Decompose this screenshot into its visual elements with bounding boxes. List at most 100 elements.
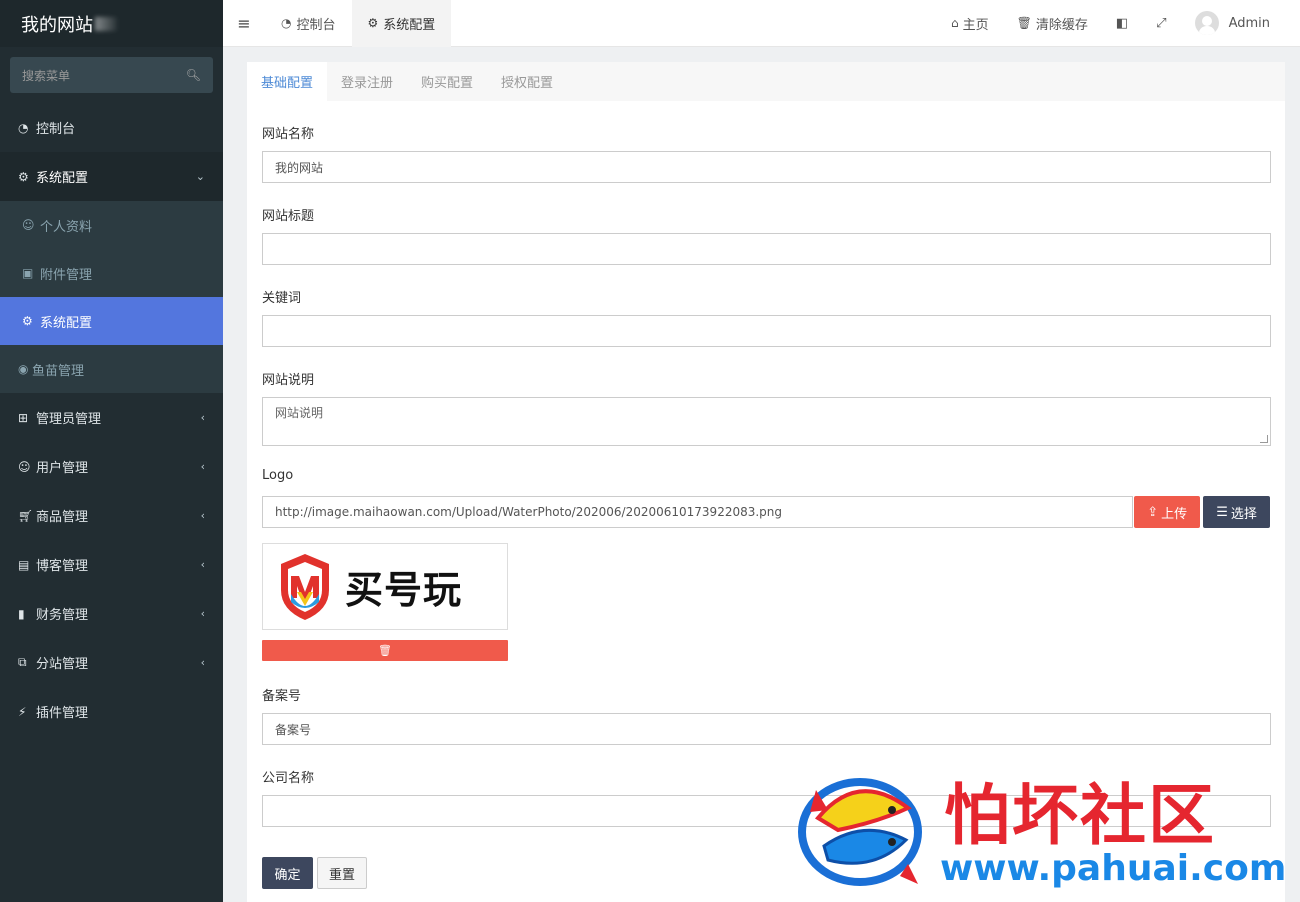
sidebar-item-label: 系统配置 [40, 315, 93, 331]
fullscreen-icon[interactable]: ⤢ [1142, 16, 1180, 31]
chevron-left-icon: ‹ [200, 558, 205, 571]
logo-label: Logo [262, 468, 294, 483]
keywords-label: 关键词 [262, 291, 302, 306]
sidebar-item-label: 博客管理 [36, 559, 89, 574]
confirm-button[interactable]: 确定 [262, 857, 313, 889]
sidebar-item-label: 商品管理 [36, 510, 89, 525]
language-toggle-icon[interactable]: ◧ [1102, 16, 1142, 31]
search-icon[interactable]: 🔍︎ [186, 68, 201, 82]
clone-icon: ⧉ [18, 655, 27, 669]
sidebar-item-system-config[interactable]: ⚙ 系统配置 [0, 297, 223, 345]
sidebar-item-system-config-group[interactable]: ⚙ 系统配置 ⌄ [0, 152, 223, 201]
sidebar-item-fish-management[interactable]: ◉ 鱼苗管理 [0, 345, 223, 393]
sidebar-item-label: 个人资料 [40, 219, 93, 235]
home-label: 主页 [962, 17, 989, 33]
eye-icon: ◉ [18, 362, 29, 376]
upload-icon: ⇪ [1147, 504, 1159, 520]
sidebar-item-attachments[interactable]: ▣ 附件管理 [0, 249, 223, 297]
menu-search-input[interactable]: 搜索菜单 🔍︎ [10, 57, 213, 93]
description-label: 网站说明 [262, 373, 315, 388]
menu-search-placeholder: 搜索菜单 [22, 68, 71, 83]
home-link[interactable]: ⌂ 主页 [937, 14, 1003, 33]
windows-icon: ⊞ [18, 410, 29, 425]
sidebar-item-plugin-management[interactable]: ⚡︎ 插件管理 [0, 687, 223, 736]
sidebar-item-label: 管理员管理 [36, 412, 102, 427]
sidebar-item-label: 财务管理 [36, 608, 89, 623]
logo-row: http://image.maihaowan.com/Upload/WaterP… [262, 496, 1270, 528]
tab-login-register[interactable]: 登录注册 [327, 62, 407, 101]
keywords-input[interactable] [262, 315, 1271, 347]
brand-blur [95, 16, 117, 31]
sidebar-submenu: ☺ 个人资料 ▣ 附件管理 ⚙ 系统配置 ◉ 鱼苗管理 [0, 201, 223, 393]
logo-preview-text: 买号玩 [345, 568, 463, 612]
site-title-input[interactable] [262, 233, 1271, 265]
brand-logo[interactable]: 我的网站 [0, 0, 223, 47]
sidebar: 我的网站 搜索菜单 🔍︎ ◔ 控制台 ⚙ 系统配置 ⌄ ☺ 个人资料 ▣ 附件管… [0, 0, 223, 902]
sidebar-item-dashboard[interactable]: ◔ 控制台 [0, 103, 223, 152]
site-name-input[interactable]: 我的网站 [262, 151, 1271, 183]
resize-handle[interactable] [1260, 435, 1268, 443]
site-name-label: 网站名称 [262, 127, 315, 142]
chevron-left-icon: ‹ [200, 411, 205, 424]
sidebar-item-blog-management[interactable]: ▤ 博客管理 ‹ [0, 540, 223, 589]
site-title-label: 网站标题 [262, 209, 315, 224]
image-file-icon: ▣ [22, 266, 34, 280]
plug-icon: ⚡︎ [18, 704, 27, 719]
tab-basic-config[interactable]: 基础配置 [247, 62, 328, 101]
sidebar-item-finance-management[interactable]: ▮ 财务管理 ‹ [0, 589, 223, 638]
logo-shield-icon [281, 553, 329, 620]
watermark-title: 怕坏社区 [944, 777, 1216, 854]
chevron-down-icon: ⌄ [195, 170, 205, 183]
user-icon: ☺ [18, 459, 31, 474]
dashboard-icon: ◔ [281, 16, 292, 30]
menu-toggle-icon[interactable]: ≡ [223, 14, 265, 33]
upload-button[interactable]: ⇪ 上传 [1134, 496, 1201, 528]
tab-purchase-config[interactable]: 购买配置 [407, 62, 487, 101]
sidebar-item-label: 控制台 [36, 122, 76, 137]
gear-icon: ⚙ [22, 314, 33, 328]
description-placeholder: 网站说明 [275, 406, 324, 420]
cart-icon: 🛒︎ [18, 508, 34, 523]
description-textarea[interactable]: 网站说明 [262, 397, 1271, 446]
tab-label: 控制台 [296, 17, 336, 33]
clear-cache-button[interactable]: 🗑︎ 清除缓存 [1003, 14, 1102, 33]
sidebar-item-substation-management[interactable]: ⧉ 分站管理 ‹ [0, 638, 223, 687]
clear-cache-label: 清除缓存 [1035, 17, 1088, 33]
select-label: 选择 [1230, 506, 1257, 522]
user-menu[interactable]: Admin [1181, 11, 1300, 35]
chevron-left-icon: ‹ [200, 607, 205, 620]
delete-logo-button[interactable]: 🗑︎ [262, 640, 508, 661]
gear-icon: ⚙ [367, 16, 379, 30]
sidebar-item-profile[interactable]: ☺ 个人资料 [0, 201, 223, 249]
list-icon: ☰ [1216, 504, 1228, 520]
tab-dashboard[interactable]: ◔ 控制台 [265, 0, 352, 47]
tab-auth-config[interactable]: 授权配置 [487, 62, 567, 101]
sidebar-item-label: 系统配置 [36, 171, 89, 186]
sidebar-item-user-management[interactable]: ☺ 用户管理 ‹ [0, 442, 223, 491]
bookmark-icon: ▮ [18, 606, 25, 621]
trash-icon: 🗑︎ [1016, 16, 1032, 30]
watermark: 怕坏社区 www.pahuai.com [788, 760, 1288, 890]
logo-url-input[interactable]: http://image.maihaowan.com/Upload/WaterP… [262, 496, 1134, 528]
config-tabs: 基础配置 登录注册 购买配置 授权配置 [247, 62, 1285, 101]
sidebar-item-label: 分站管理 [36, 657, 89, 672]
icp-input[interactable]: 备案号 [262, 713, 1271, 745]
topbar: ≡ ◔ 控制台 ⚙ 系统配置 ⌂ 主页 🗑︎ 清除缓存 ◧ ⤢ Admin [223, 0, 1300, 47]
sidebar-item-admin-management[interactable]: ⊞ 管理员管理 ‹ [0, 393, 223, 442]
tab-system-config[interactable]: ⚙ 系统配置 [351, 0, 452, 47]
sidebar-item-product-management[interactable]: 🛒︎ 商品管理 ‹ [0, 491, 223, 540]
chevron-left-icon: ‹ [200, 460, 205, 473]
home-icon: ⌂ [950, 16, 959, 30]
upload-label: 上传 [1161, 506, 1188, 522]
icp-label: 备案号 [262, 689, 302, 704]
chevron-left-icon: ‹ [200, 509, 205, 522]
select-button[interactable]: ☰ 选择 [1203, 496, 1270, 528]
sidebar-item-label: 插件管理 [36, 706, 89, 721]
book-icon: ▤ [18, 557, 30, 572]
brand-title: 我的网站 [21, 14, 93, 36]
fish-logo-icon [798, 778, 922, 886]
reset-button[interactable]: 重置 [317, 857, 367, 889]
icp-placeholder: 备案号 [275, 722, 312, 737]
sidebar-item-label: 鱼苗管理 [32, 363, 85, 379]
logo-preview: 买号玩 [262, 543, 508, 630]
